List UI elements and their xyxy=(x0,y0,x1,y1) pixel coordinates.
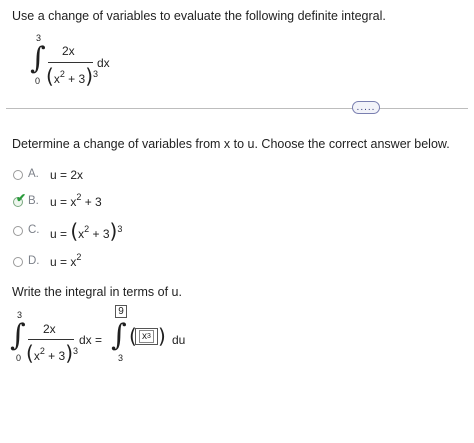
option-a-text: u = 2x xyxy=(50,168,84,182)
option-d-text: u = x2 xyxy=(50,252,82,269)
section-divider xyxy=(6,108,468,109)
lhs-fraction-bar xyxy=(28,339,74,340)
differential: dx xyxy=(97,56,110,70)
integral-lower-limit: 0 xyxy=(35,76,41,86)
option-b-letter: B. xyxy=(28,195,39,207)
fraction-bar xyxy=(48,62,93,63)
denominator: (x2 + 3)3 xyxy=(46,64,99,88)
option-c-radio[interactable] xyxy=(13,226,23,236)
integrand-input[interactable]: x3 xyxy=(135,328,158,345)
lhs-lower-limit: 0 xyxy=(16,353,22,363)
expand-button[interactable]: ..... xyxy=(352,101,380,114)
option-c-letter: C. xyxy=(28,224,40,236)
lhs-denominator: (x2 + 3)3 xyxy=(26,341,79,365)
option-a-radio[interactable] xyxy=(13,170,23,180)
checkmark-icon: ✔ xyxy=(16,191,27,205)
numerator: 2x xyxy=(62,44,75,58)
option-b-text: u = x2 + 3 xyxy=(50,192,102,209)
lhs-differential: dx = xyxy=(79,333,103,347)
upper-limit-input[interactable]: 9 xyxy=(115,305,127,318)
question2-prompt: Write the integral in terms of u. xyxy=(12,285,182,299)
lhs-numerator: 2x xyxy=(43,322,56,336)
option-d-letter: D. xyxy=(28,255,40,267)
rhs-lower-limit: 3 xyxy=(118,353,124,363)
question1-prompt: Determine a change of variables from x t… xyxy=(12,137,450,151)
lhs-integral-sign: ∫ xyxy=(10,318,26,353)
option-a-letter: A. xyxy=(28,168,39,180)
option-d-radio[interactable] xyxy=(13,257,23,267)
rhs-close-paren: ) xyxy=(158,324,166,348)
rhs-differential: du xyxy=(172,333,186,347)
rhs-integral-sign: ∫ xyxy=(111,318,127,353)
integrand-exponent: 3 xyxy=(147,333,151,340)
option-c-text: u = (x2 + 3)3 xyxy=(50,219,123,243)
integral-sign: ∫ xyxy=(30,41,46,76)
instruction-text: Use a change of variables to evaluate th… xyxy=(12,9,386,23)
